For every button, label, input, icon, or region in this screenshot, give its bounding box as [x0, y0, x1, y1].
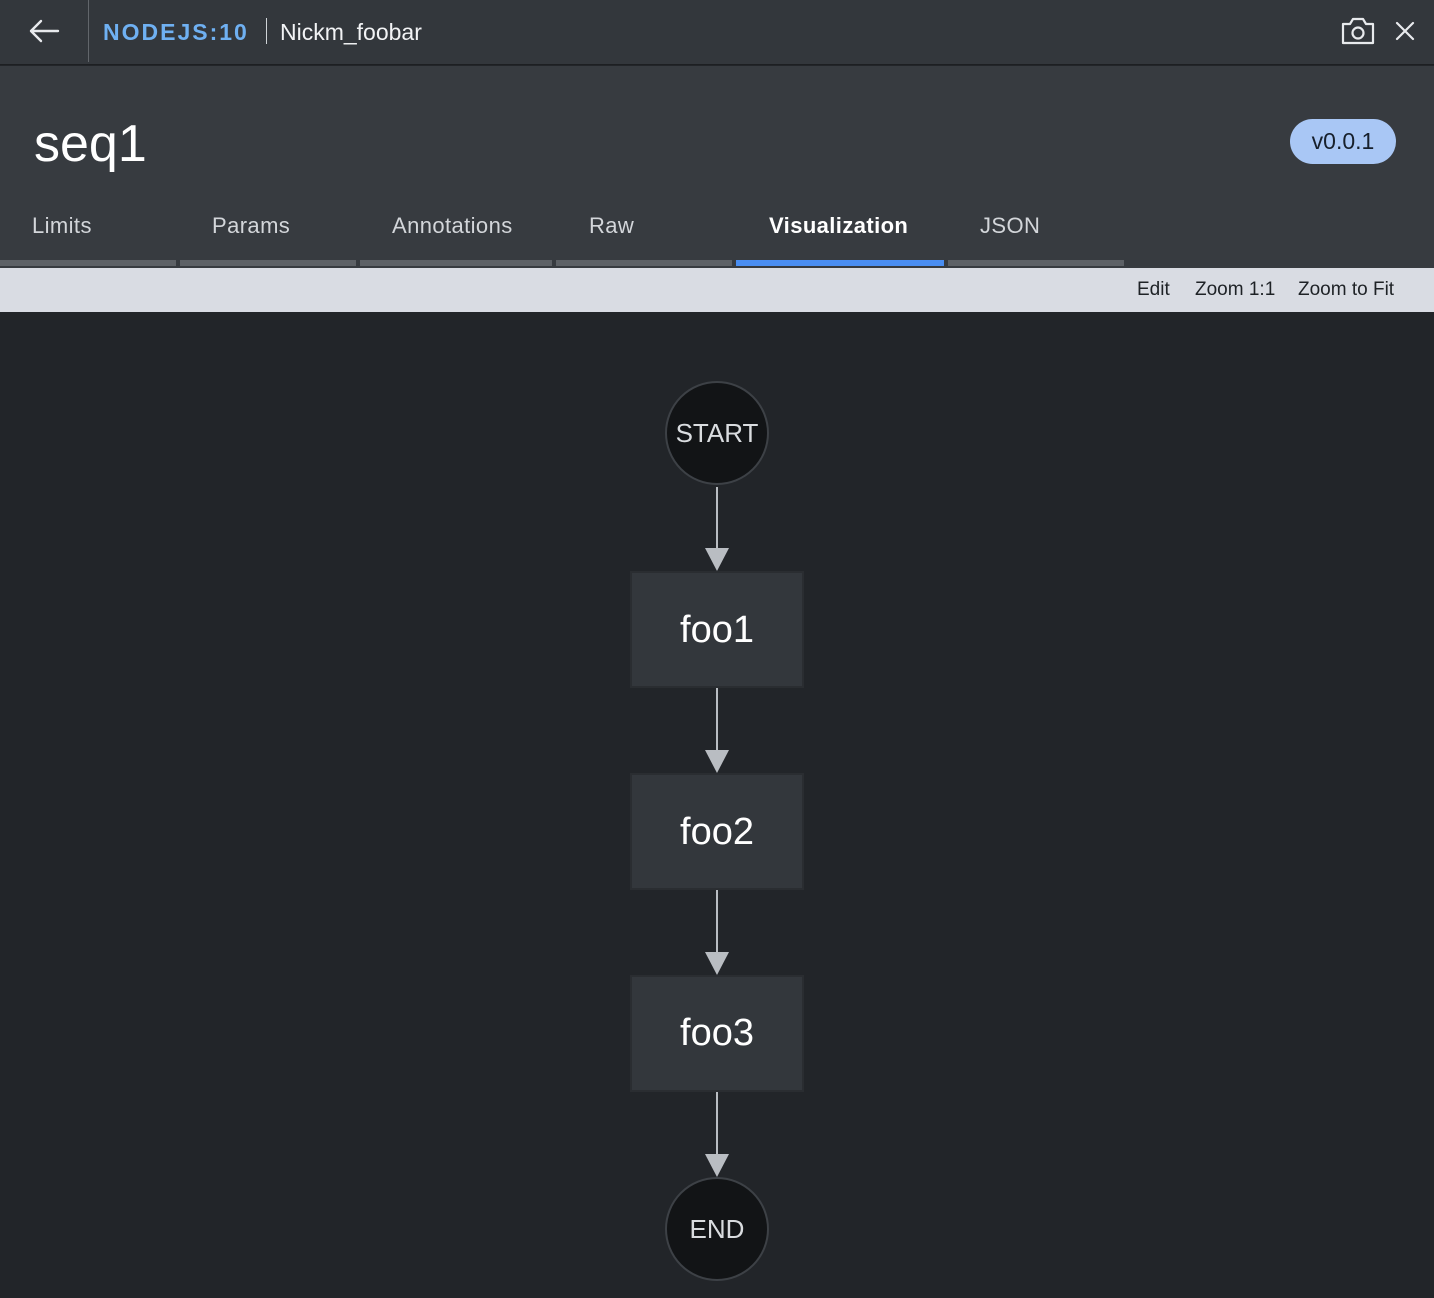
tab-label: JSON — [980, 213, 1041, 238]
top-bar: NODEJS:10 Nickm_foobar — [0, 0, 1434, 65]
step-label: foo3 — [680, 1012, 754, 1054]
flow-diagram: START foo1 foo2 foo3 END — [630, 381, 804, 1281]
end-node[interactable]: END — [665, 1177, 769, 1281]
entity-name: Nickm_foobar — [280, 19, 422, 45]
tab-label: Raw — [589, 213, 635, 238]
step-label: foo1 — [680, 609, 754, 651]
close-button[interactable] — [1392, 18, 1418, 44]
edit-button[interactable]: Edit — [1137, 278, 1170, 302]
close-icon — [1395, 21, 1415, 41]
arrow-left-icon — [29, 19, 60, 43]
edge-foo3-end — [705, 1091, 729, 1177]
version-badge[interactable]: v0.0.1 — [1290, 119, 1396, 164]
tab-json[interactable]: JSON — [948, 66, 1124, 268]
tab-label: Limits — [32, 213, 92, 238]
step-node-foo2[interactable]: foo2 — [630, 773, 804, 890]
entity-header: seq1 v0.0.1 Limits Params Annotations Ra… — [0, 66, 1434, 268]
back-button[interactable] — [0, 0, 89, 62]
edge-foo2-foo3 — [705, 889, 729, 975]
camera-icon — [1341, 17, 1375, 45]
tab-indicator — [556, 260, 732, 266]
tab-label: Visualization — [769, 213, 909, 238]
tab-indicator — [0, 260, 176, 266]
start-node[interactable]: START — [665, 381, 769, 485]
zoom-1-1-button[interactable]: Zoom 1:1 — [1195, 278, 1275, 302]
visualization-toolbar: Edit Zoom 1:1 Zoom to Fit — [0, 268, 1434, 312]
tab-indicator-active — [736, 260, 944, 266]
tab-indicator — [180, 260, 356, 266]
tab-label: Annotations — [392, 213, 513, 238]
entity-kind: NODEJS:10 — [103, 19, 249, 45]
edge-start-foo1 — [705, 487, 729, 571]
tab-indicator — [948, 260, 1124, 266]
diagram-canvas[interactable]: START foo1 foo2 foo3 END — [0, 312, 1434, 1298]
tab-raw[interactable]: Raw — [556, 66, 732, 268]
step-node-foo3[interactable]: foo3 — [630, 975, 804, 1092]
start-label: START — [676, 418, 759, 448]
end-label: END — [690, 1214, 745, 1244]
tab-indicator — [360, 260, 552, 266]
step-node-foo1[interactable]: foo1 — [630, 571, 804, 688]
screenshot-button[interactable] — [1340, 16, 1376, 46]
edge-foo1-foo2 — [705, 687, 729, 773]
zoom-to-fit-button[interactable]: Zoom to Fit — [1298, 278, 1394, 302]
tab-params[interactable]: Params — [180, 66, 356, 268]
tab-limits[interactable]: Limits — [0, 66, 176, 268]
step-label: foo2 — [680, 811, 754, 853]
tab-label: Params — [212, 213, 291, 238]
breadcrumb-separator — [266, 18, 267, 44]
tab-annotations[interactable]: Annotations — [360, 66, 552, 268]
tab-visualization[interactable]: Visualization — [736, 66, 944, 268]
